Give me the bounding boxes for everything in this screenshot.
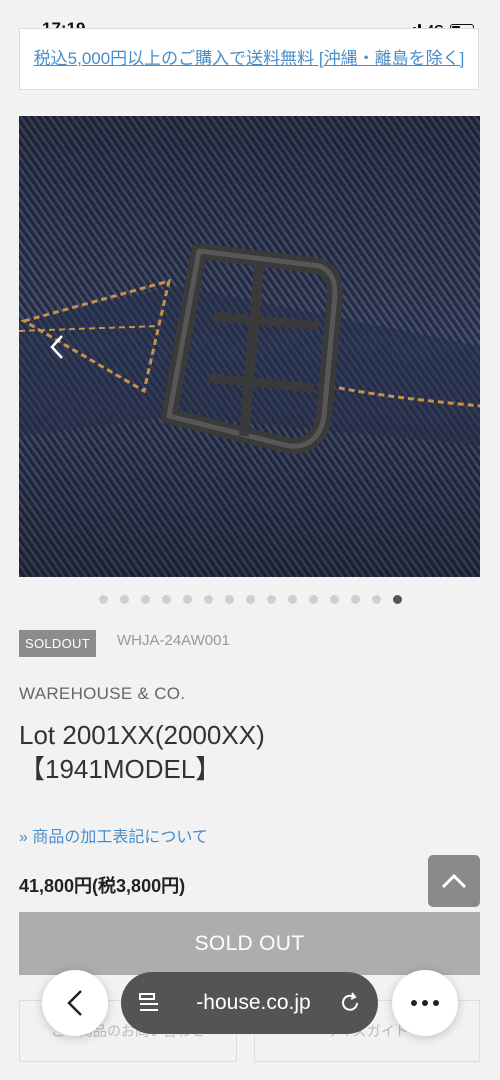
product-title: Lot 2001XX(2000XX) 【1941MODEL】: [19, 718, 479, 786]
gallery-dot[interactable]: [161, 595, 171, 604]
gallery-pagination: [0, 595, 500, 604]
reload-icon[interactable]: [338, 991, 362, 1015]
product-photo: [19, 116, 480, 577]
gallery-dot[interactable]: [287, 595, 297, 604]
gallery-dot[interactable]: [245, 595, 255, 604]
browser-address-bar[interactable]: -house.co.jp: [121, 972, 378, 1034]
product-title-line1: Lot 2001XX(2000XX): [19, 720, 265, 750]
gallery-dot[interactable]: [182, 595, 192, 604]
gallery-dot[interactable]: [308, 595, 318, 604]
gallery-prev-button[interactable]: [44, 332, 70, 362]
gallery-dot[interactable]: [203, 595, 213, 604]
product-price: 41,800円(税3,800円): [19, 876, 186, 896]
gallery-dot[interactable]: [371, 595, 381, 604]
product-brand: WAREHOUSE & CO.: [19, 684, 186, 703]
url-text: -house.co.jp: [196, 991, 311, 1014]
browser-more-button[interactable]: [392, 970, 458, 1036]
scroll-to-top-button[interactable]: [428, 855, 480, 907]
chevron-up-icon: [441, 873, 467, 889]
tab-list-icon[interactable]: [137, 991, 161, 1015]
status-bar: 17:19 4G: [0, 0, 500, 37]
processing-info-link[interactable]: » 商品の加工表記について: [19, 823, 208, 847]
browser-back-button[interactable]: [42, 970, 108, 1036]
back-arrow-icon: [67, 990, 82, 1016]
gallery-dot[interactable]: [350, 595, 360, 604]
product-image-gallery[interactable]: [19, 116, 480, 577]
chevron-left-icon: [50, 335, 63, 359]
gallery-dot[interactable]: [140, 595, 150, 604]
product-title-line2: 【1941MODEL】: [19, 754, 222, 784]
gallery-dot[interactable]: [392, 595, 402, 604]
gallery-dot[interactable]: [98, 595, 108, 604]
gallery-dot[interactable]: [266, 595, 276, 604]
more-dots-icon: [411, 1000, 439, 1006]
product-sku: WHJA-24AW001: [117, 632, 230, 649]
gallery-dot[interactable]: [119, 595, 129, 604]
promo-link[interactable]: 税込5,000円以上のご購入で送料無料 [沖縄・離島を除く]: [34, 47, 465, 71]
gallery-dot[interactable]: [329, 595, 339, 604]
gallery-dot[interactable]: [224, 595, 234, 604]
promo-banner: 税込5,000円以上のご購入で送料無料 [沖縄・離島を除く]: [19, 28, 479, 90]
sold-out-button[interactable]: SOLD OUT: [19, 912, 480, 975]
soldout-badge: SOLDOUT: [19, 630, 96, 657]
